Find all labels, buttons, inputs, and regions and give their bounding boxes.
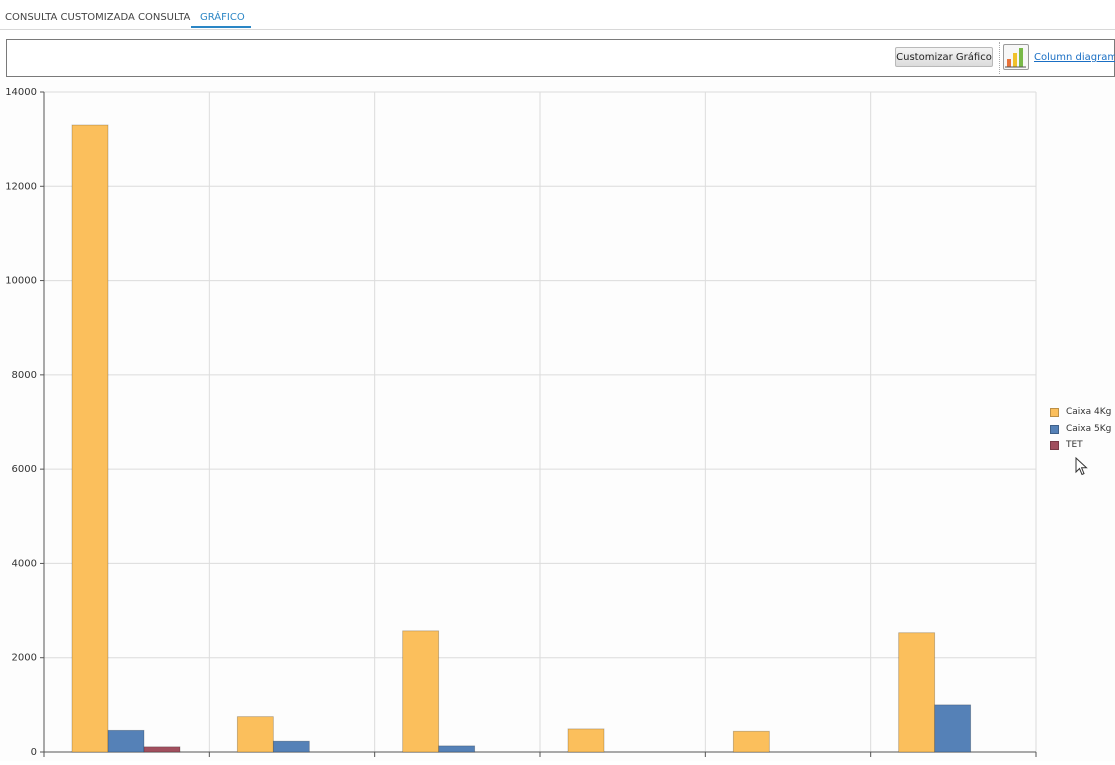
y-tick-label: 10000: [5, 276, 37, 287]
mouse-pointer-icon: [1075, 456, 1089, 481]
bar-tet: [143, 746, 181, 753]
legend-label: Caixa 4Kg: [1066, 407, 1112, 417]
bar-caixa-5kg: [438, 745, 476, 753]
column-chart-icon[interactable]: [1003, 44, 1029, 70]
bar-caixa-4kg: [402, 630, 440, 753]
active-tab-indicator: [191, 26, 251, 28]
legend-label: TET: [1066, 440, 1083, 450]
column-chart: 0 2000 4000 6000 8000 10000 12000 14000: [5, 87, 1037, 758]
bar-caixa-4kg: [71, 124, 109, 753]
legend-swatch: [1050, 408, 1059, 417]
legend-swatch: [1050, 425, 1059, 434]
bar-caixa-5kg: [934, 704, 972, 753]
chart-type-link[interactable]: Column diagram: [1034, 52, 1115, 63]
toolbar-separator: [999, 42, 1000, 74]
y-tick-label: 2000: [12, 653, 37, 664]
bar-caixa-4kg: [898, 632, 936, 753]
legend-swatch: [1050, 441, 1059, 450]
bar-caixa-5kg: [107, 729, 145, 753]
tab-bar: CONSULTA CUSTOMIZADA CONSULTA GRÁFICO: [0, 0, 1115, 30]
customize-chart-button[interactable]: Customizar Gráfico: [895, 47, 993, 67]
y-tick-label: 14000: [5, 87, 37, 98]
bar-caixa-4kg: [567, 728, 605, 753]
y-tick-label: 6000: [12, 464, 37, 475]
legend-label: Caixa 5Kg: [1066, 424, 1112, 434]
y-tick-label: 12000: [5, 181, 37, 192]
chart-toolbar: Customizar Gráfico Column diagram: [6, 39, 1115, 77]
tab-consulta-customizada[interactable]: CONSULTA CUSTOMIZADA: [5, 12, 135, 23]
y-tick-label: 0: [31, 747, 37, 758]
tab-consulta[interactable]: CONSULTA: [138, 12, 190, 23]
bar-caixa-4kg: [236, 716, 274, 753]
tab-grafico[interactable]: GRÁFICO: [200, 12, 245, 23]
chart-area: 0 2000 4000 6000 8000 10000 12000 14000: [0, 80, 1115, 761]
bar-caixa-4kg: [732, 730, 770, 753]
bar-caixa-5kg: [272, 740, 310, 753]
y-tick-label: 8000: [12, 370, 37, 381]
y-tick-label: 4000: [12, 558, 37, 569]
